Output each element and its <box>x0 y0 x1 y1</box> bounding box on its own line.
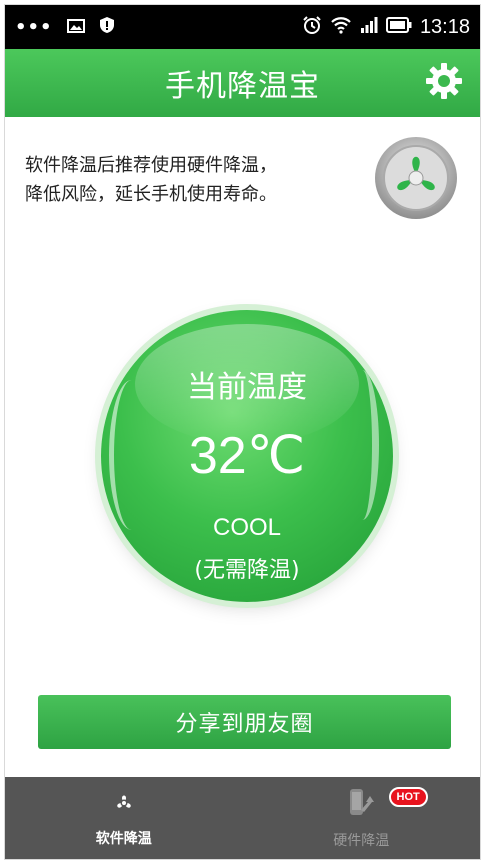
status-bar: ••• 13:18 <box>5 5 480 49</box>
battery-icon <box>385 17 412 37</box>
signal-icon <box>360 16 378 38</box>
intro-line-1: 软件降温后推荐使用硬件降温， <box>25 155 277 176</box>
tab-hardware-cooling[interactable]: 硬件降温 HOT <box>243 777 481 859</box>
tab-label: 硬件降温 <box>333 833 390 849</box>
gear-icon <box>424 61 464 105</box>
intro-text: 软件降温后推荐使用硬件降温， 降低风险，延长手机使用寿命。 <box>25 151 355 209</box>
tab-software-cooling[interactable]: 软件降温 <box>5 777 243 859</box>
image-icon <box>66 18 85 37</box>
current-temperature-label: 当前温度 <box>187 370 307 405</box>
wifi-icon <box>330 16 352 38</box>
notification-dots: ••• <box>15 16 53 38</box>
tab-label: 软件降温 <box>95 831 152 847</box>
phone-cooler-icon <box>344 786 378 824</box>
app-title: 手机降温宝 <box>165 69 320 104</box>
shield-icon <box>99 16 115 38</box>
fan-icon <box>109 788 139 822</box>
temperature-note: (无需降温) <box>194 558 300 583</box>
temperature-orb: 当前温度 32℃ COOL (无需降温) <box>101 310 393 602</box>
settings-button[interactable] <box>422 61 466 105</box>
share-moments-button[interactable]: 分享到朋友圈 <box>38 695 451 749</box>
bottom-tab-bar: 软件降温 硬件降温 HOT <box>5 777 480 859</box>
hot-badge: HOT <box>388 787 428 807</box>
clock: 13:18 <box>419 15 470 38</box>
intro-line-2: 降低风险，延长手机使用寿命。 <box>25 184 277 205</box>
phone-screen: ••• 13:18 手机降温宝 软件降温后推荐使用硬件降温， 降低风险，延长手机… <box>4 4 481 860</box>
app-header: 手机降温宝 <box>5 49 480 117</box>
temperature-status: COOL <box>212 514 281 541</box>
alarm-icon <box>302 15 322 39</box>
temperature-value: 32℃ <box>188 427 306 485</box>
fan-icon[interactable] <box>373 135 459 221</box>
